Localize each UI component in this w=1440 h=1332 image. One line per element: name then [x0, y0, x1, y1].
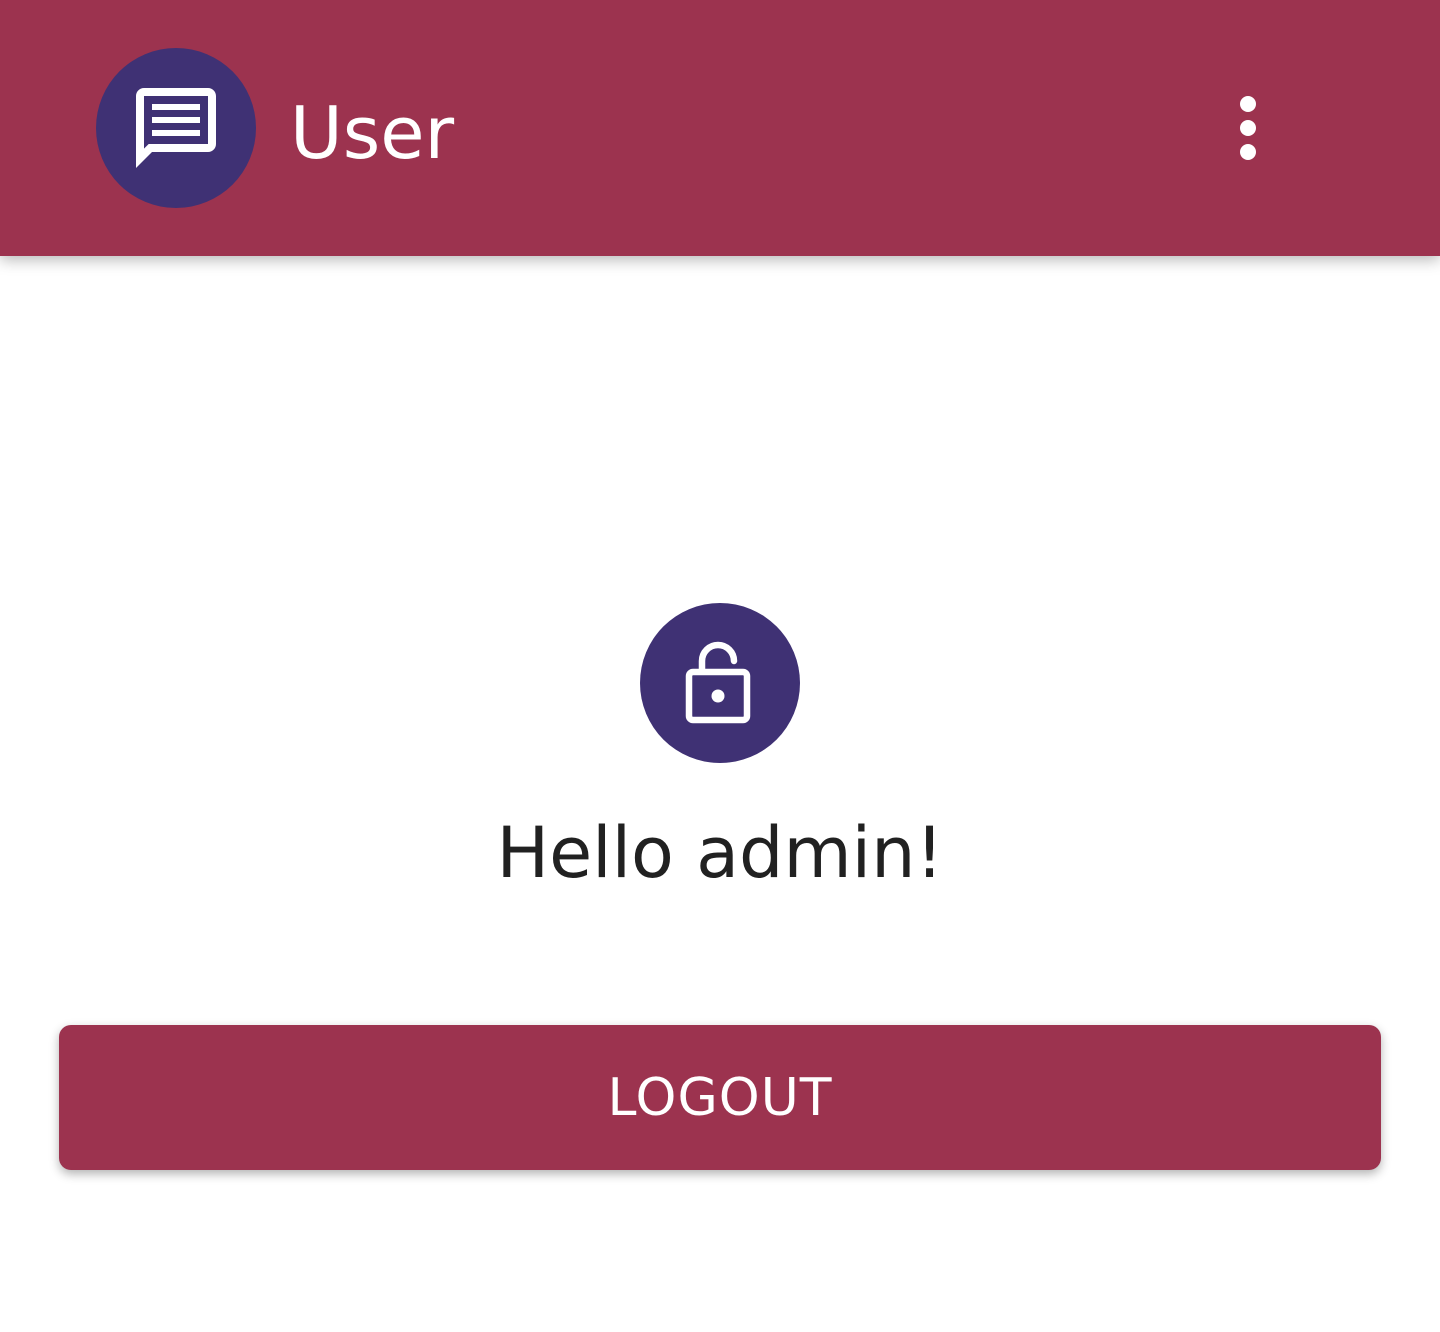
app-bar: User: [0, 0, 1440, 256]
overflow-menu-button[interactable]: [1204, 84, 1292, 172]
lock-open-icon: [685, 641, 751, 724]
logout-button-label: LOGOUT: [607, 1067, 833, 1128]
greeting-text: Hello admin!: [496, 812, 944, 894]
app-icon: [96, 48, 256, 208]
app-title: User: [290, 91, 455, 175]
logout-button[interactable]: LOGOUT: [59, 1025, 1381, 1170]
more-vert-icon: [1240, 96, 1256, 160]
chat-message-icon: [136, 88, 216, 168]
lock-badge: [640, 603, 800, 763]
